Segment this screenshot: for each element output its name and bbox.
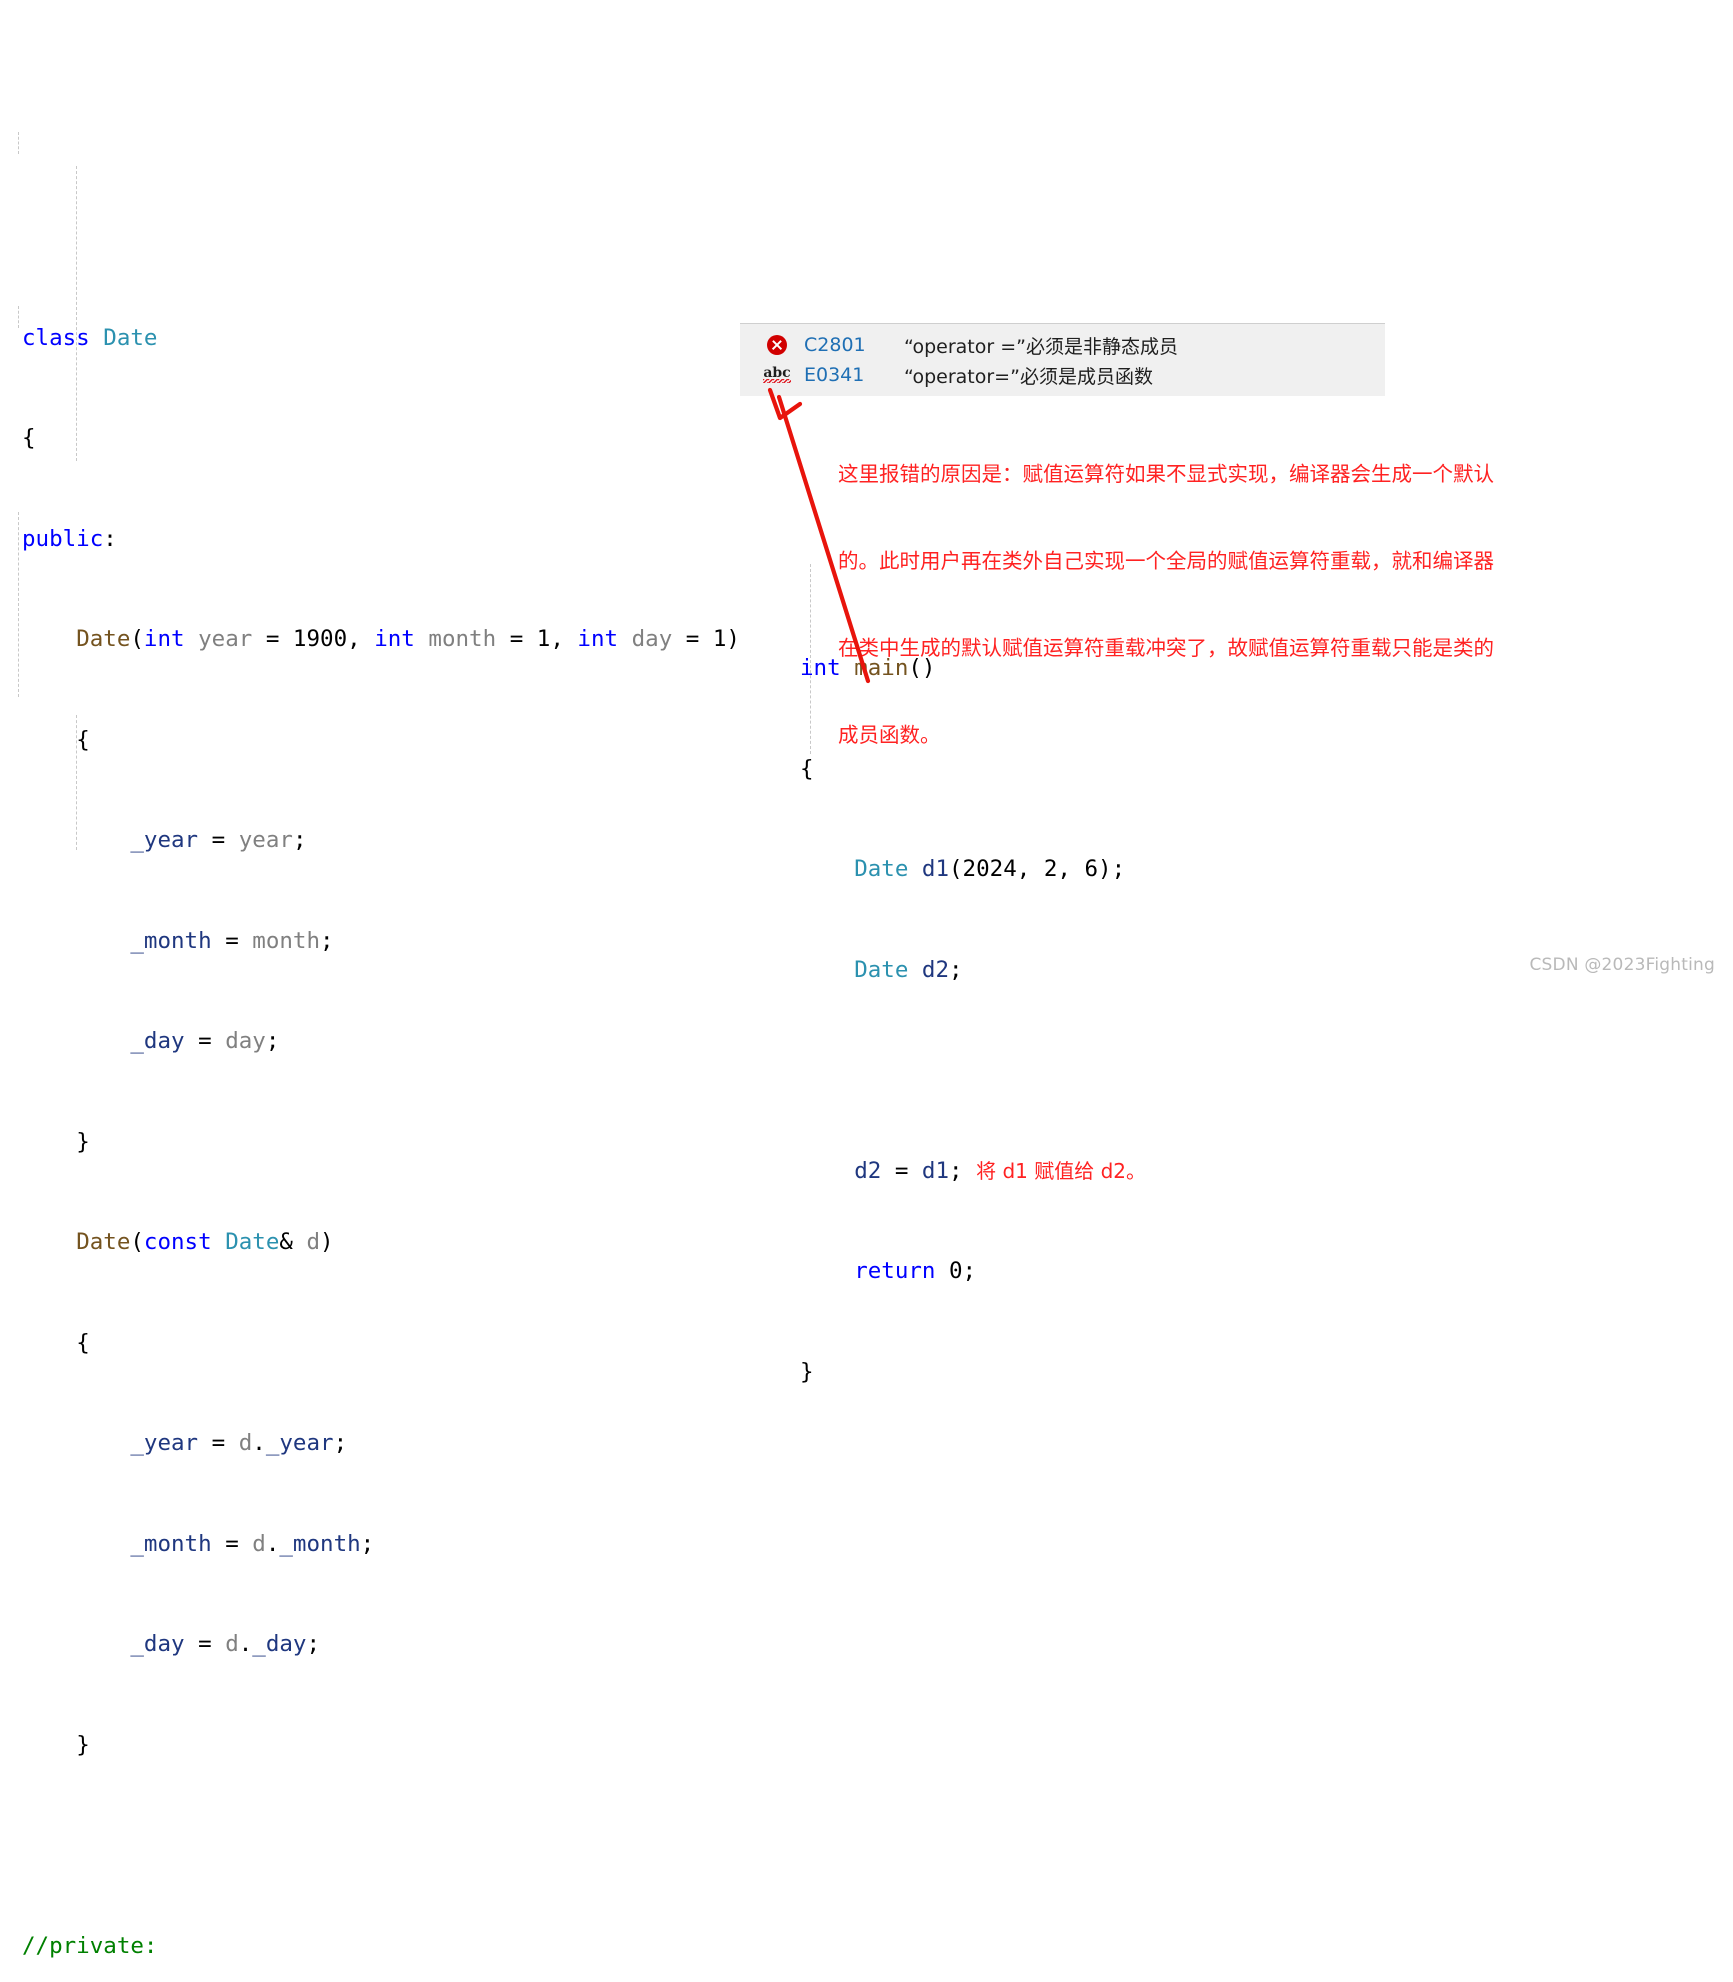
error-row[interactable]: C2801 “operator =”必须是非静态成员 bbox=[740, 330, 1385, 360]
annotation-line: 成员函数。 bbox=[838, 723, 941, 747]
annotation-line: 的。此时用户再在类外自己实现一个全局的赋值运算符重载，就和编译器 bbox=[838, 549, 1494, 573]
indent-guide bbox=[18, 512, 19, 697]
annotation-line: 在类中生成的默认赋值运算符重载冲突了，故赋值运算符重载只能是类的 bbox=[838, 636, 1494, 660]
error-code[interactable]: E0341 bbox=[804, 364, 882, 386]
code-line: { bbox=[76, 1329, 90, 1356]
code-line: Date(const Date& d) bbox=[76, 1229, 334, 1255]
error-message: “operator=”必须是成员函数 bbox=[904, 365, 1153, 388]
indent-guide bbox=[18, 132, 19, 154]
annotation-line: 这里报错的原因是：赋值运算符如果不显式实现，编译器会生成一个默认 bbox=[838, 462, 1494, 486]
error-code[interactable]: C2801 bbox=[804, 334, 882, 356]
code-line: Date d2; bbox=[854, 956, 963, 983]
code-line: _day = day; bbox=[130, 1028, 280, 1054]
watermark-text: CSDN @2023Fighting bbox=[1529, 955, 1715, 975]
code-line: _day = d._day; bbox=[130, 1631, 321, 1657]
error-message: “operator =”必须是非静态成员 bbox=[904, 335, 1178, 358]
code-line-comment: //private: bbox=[22, 1930, 740, 1964]
abc-squiggle-icon: abc bbox=[763, 364, 791, 386]
code-line: class Date bbox=[22, 324, 158, 351]
code-line: return 0; bbox=[854, 1258, 977, 1284]
private-comment: //private: bbox=[22, 1932, 158, 1959]
code-line: } bbox=[800, 1358, 814, 1385]
error-circle-icon bbox=[766, 334, 788, 356]
error-tooltip-panel: C2801 “operator =”必须是非静态成员 abc E0341 “op… bbox=[740, 323, 1385, 396]
indent-guide bbox=[18, 306, 19, 328]
code-line: d2 = d1; 将 d1 赋值给 d2。 bbox=[854, 1157, 1147, 1184]
code-line: _month = d._month; bbox=[130, 1530, 375, 1557]
code-line: _year = d._year; bbox=[130, 1430, 348, 1456]
code-line: { bbox=[22, 425, 36, 451]
code-line: _month = month; bbox=[130, 927, 334, 954]
indent-guide bbox=[76, 166, 77, 461]
error-row[interactable]: abc E0341 “operator=”必须是成员函数 bbox=[740, 360, 1385, 390]
code-line: public: bbox=[22, 525, 117, 552]
code-line: { bbox=[76, 726, 90, 753]
code-line: _year = year; bbox=[130, 827, 307, 853]
left-code-block[interactable]: class Date { public: Date(int year = 190… bbox=[18, 20, 740, 1982]
inline-note-assign: 将 d1 赋值给 d2。 bbox=[976, 1158, 1147, 1183]
code-line: } bbox=[76, 1731, 90, 1758]
code-line: Date(int year = 1900, int month = 1, int… bbox=[76, 626, 740, 652]
code-line: } bbox=[76, 1128, 90, 1155]
code-line: Date d1(2024, 2, 6); bbox=[854, 856, 1126, 882]
red-annotation-block: 这里报错的原因是：赋值运算符如果不显式实现，编译器会生成一个默认 的。此时用户再… bbox=[838, 402, 1538, 779]
